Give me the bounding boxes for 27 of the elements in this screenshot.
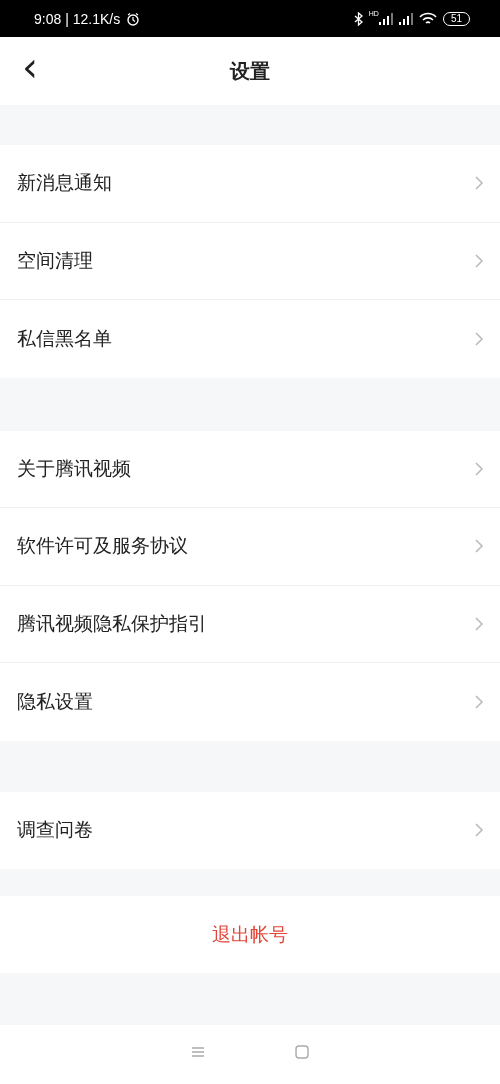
chevron-icon <box>474 460 484 477</box>
signal-icon <box>398 12 413 25</box>
chevron-icon <box>474 175 484 192</box>
signal-icon <box>378 12 393 25</box>
settings-item[interactable]: 软件许可及服务协议 <box>0 508 500 586</box>
chevron-icon <box>474 252 484 269</box>
wifi-icon <box>418 11 437 26</box>
settings-item[interactable]: 关于腾讯视频 <box>0 430 500 508</box>
menu-icon[interactable] <box>191 1046 205 1058</box>
status-time: 9:08 | 12.1K/s <box>34 10 121 27</box>
settings-item[interactable]: 私信黑名单 <box>0 300 500 378</box>
page-title: 设置 <box>230 57 270 85</box>
chevron-icon <box>474 693 484 710</box>
settings-item[interactable]: 腾讯视频隐私保护指引 <box>0 585 500 663</box>
settings-item[interactable]: 新消息通知 <box>0 145 500 223</box>
bluetooth-icon <box>353 11 363 26</box>
alarm-icon <box>126 11 141 26</box>
chevron-icon <box>474 330 484 347</box>
settings-item[interactable]: 空间清理 <box>0 222 500 300</box>
home-icon[interactable] <box>295 1045 309 1059</box>
settings-item[interactable]: 调查问卷 <box>0 791 500 869</box>
settings-item[interactable]: 隐私设置 <box>0 663 500 741</box>
chevron-icon <box>474 822 484 839</box>
logout-button[interactable]: 退出帐号 <box>204 896 296 973</box>
back-button[interactable]: ‹ <box>22 47 38 87</box>
chevron-icon <box>474 615 484 632</box>
chevron-icon <box>474 538 484 555</box>
